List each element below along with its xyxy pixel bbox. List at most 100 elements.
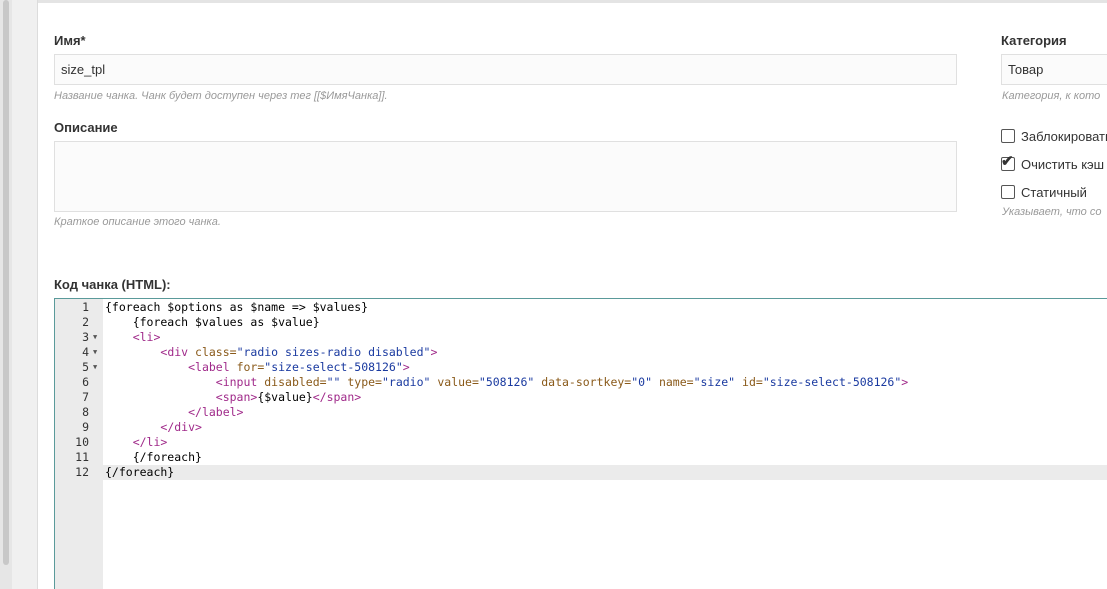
code-token: "radio sizes-radio disabled" (236, 345, 431, 359)
code-token: type= (347, 375, 382, 389)
line-number: 12 (75, 465, 89, 479)
code-token: "0" (631, 375, 659, 389)
code-token: data-sortkey= (541, 375, 632, 389)
code-editor-label: Код чанка (HTML): (54, 277, 171, 292)
code-line[interactable]: 3 ▼ <li> (55, 330, 1107, 345)
code-text: {/foreach} (105, 450, 202, 465)
category-label: Категория (1001, 33, 1067, 48)
fold-arrow-icon[interactable]: ▼ (93, 360, 97, 375)
code-line[interactable]: 6 <input disabled="" type="radio" value=… (55, 375, 1107, 390)
line-number: 2 (82, 315, 89, 329)
line-number: 11 (75, 450, 89, 464)
code-lines: 1 {foreach $options as $name => $values} 2… (55, 300, 1107, 480)
code-token: {/foreach} (105, 450, 202, 464)
code-line[interactable]: 2 {foreach $values as $value} (55, 315, 1107, 330)
page-scrollbar[interactable] (0, 0, 12, 589)
code-token: > (901, 375, 909, 389)
description-label: Описание (54, 120, 118, 135)
code-text: {foreach $options as $name => $values} (105, 300, 368, 315)
fold-arrow-icon[interactable]: ▼ (93, 345, 97, 360)
code-token: "size-select-508126" (762, 375, 902, 389)
name-label: Имя* (54, 33, 86, 48)
code-token: {foreach $options as $name => $values} (105, 300, 369, 314)
code-line[interactable]: 4 ▼ <div class="radio sizes-radio disable… (55, 345, 1107, 360)
code-token: "" (326, 375, 348, 389)
code-token: </li> (132, 435, 168, 449)
code-line[interactable]: 9 </div> (55, 420, 1107, 435)
code-line[interactable]: 10 </li> (55, 435, 1107, 450)
code-token: disabled= (264, 375, 327, 389)
code-token: "size-select-508126" (264, 360, 403, 374)
fold-arrow-icon[interactable]: ▼ (93, 330, 97, 345)
description-textarea[interactable] (54, 141, 957, 212)
name-label-text: Имя (54, 33, 81, 48)
code-token: "radio" (381, 375, 438, 389)
code-text: </li> (105, 435, 168, 450)
static-checkbox[interactable] (1001, 185, 1015, 199)
code-token: "size" (693, 375, 743, 389)
code-text: </div> (105, 420, 202, 435)
code-token: <input (215, 375, 265, 389)
code-token: <span> (215, 390, 258, 404)
panel-top-border (38, 0, 1107, 3)
code-token: id= (742, 375, 763, 389)
clear-cache-checkbox-label: Очистить кэш (1021, 156, 1105, 172)
code-token: for= (236, 360, 265, 374)
line-number: 4 (82, 345, 89, 359)
line-number: 7 (82, 390, 89, 404)
code-editor[interactable]: 1 {foreach $options as $name => $values} 2… (54, 298, 1107, 589)
chunk-form-panel: Имя* Название чанка. Чанк будет доступен… (37, 0, 1107, 589)
code-line[interactable]: 8 </label> (55, 405, 1107, 420)
code-line[interactable]: 12 {/foreach} (55, 465, 1107, 480)
name-input[interactable] (54, 54, 957, 85)
code-line[interactable]: 1 {foreach $options as $name => $values} (55, 300, 1107, 315)
line-number: 3 (82, 330, 89, 344)
clear-cache-checkbox-row[interactable]: ✔ Очистить кэш (1001, 153, 1105, 173)
code-token: {$value} (257, 390, 313, 404)
code-token: </span> (312, 390, 362, 404)
page-scrollbar-thumb[interactable] (3, 0, 9, 565)
code-token: <div (160, 345, 196, 359)
category-select[interactable] (1001, 54, 1107, 85)
code-line[interactable]: 7 <span>{$value}</span> (55, 390, 1107, 405)
code-text: <div class="radio sizes-radio disabled"> (105, 345, 437, 360)
code-text: <label for="size-select-508126"> (105, 360, 410, 375)
line-number: 8 (82, 405, 89, 419)
code-text: <li> (105, 330, 161, 345)
line-number: 5 (82, 360, 89, 374)
code-token: </label> (188, 405, 244, 419)
code-token: > (402, 360, 410, 374)
code-token: > (430, 345, 438, 359)
code-token: {foreach $values as $value} (105, 315, 320, 329)
name-hint: Название чанка. Чанк будет доступен чере… (54, 90, 388, 102)
required-mark: * (80, 33, 86, 48)
static-checkbox-row[interactable]: Статичный (1001, 183, 1087, 201)
clear-cache-checkbox[interactable]: ✔ (1001, 153, 1015, 171)
lock-checkbox-label: Заблокировать (1021, 128, 1107, 144)
static-checkbox-label: Статичный (1021, 184, 1087, 200)
lock-checkbox[interactable] (1001, 129, 1015, 143)
code-line[interactable]: 5 ▼ <label for="size-select-508126"> (55, 360, 1107, 375)
code-text: </label> (105, 405, 243, 420)
code-text: {foreach $values as $value} (105, 315, 320, 330)
line-number: 10 (75, 435, 89, 449)
code-line[interactable]: 11 {/foreach} (55, 450, 1107, 465)
code-token: {/foreach} (105, 465, 175, 479)
line-number: 1 (82, 300, 89, 314)
checkmark-icon: ✔ (1001, 153, 1014, 170)
static-hint: Указывает, что со (1002, 206, 1102, 218)
line-number: 9 (82, 420, 89, 434)
lock-checkbox-row[interactable]: Заблокировать (1001, 127, 1107, 145)
code-token: </div> (160, 420, 202, 434)
code-token: <label (188, 360, 237, 374)
code-text: <span>{$value}</span> (105, 390, 361, 405)
code-text: {/foreach} (105, 465, 174, 480)
